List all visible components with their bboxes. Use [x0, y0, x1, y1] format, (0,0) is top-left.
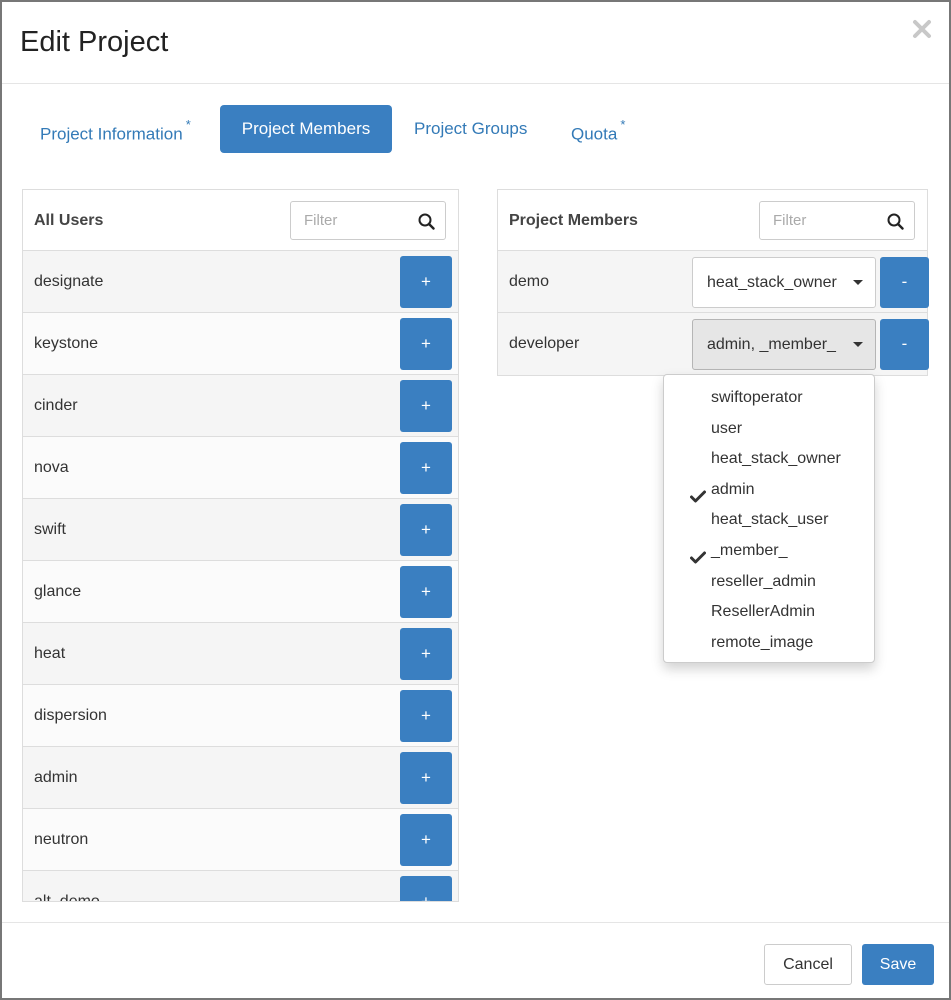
user-name: neutron	[34, 831, 89, 848]
role-option[interactable]: remote_image	[664, 628, 874, 659]
user-row: nova +	[23, 437, 458, 499]
role-option[interactable]: heat_stack_owner	[664, 444, 874, 475]
role-option-label: heat_stack_user	[711, 511, 829, 529]
project-members-filter-input[interactable]	[760, 202, 880, 239]
cancel-button[interactable]: Cancel	[764, 944, 852, 985]
caret-down-icon	[853, 280, 863, 285]
all-users-list: designate + keystone + cinder + nova + swift…	[23, 251, 458, 902]
role-option[interactable]: _member_	[664, 536, 874, 567]
add-user-button[interactable]: +	[400, 566, 452, 618]
caret-down-icon	[853, 342, 863, 347]
user-name: cinder	[34, 397, 78, 414]
user-row: keystone +	[23, 313, 458, 375]
all-users-header: All Users	[23, 190, 458, 251]
user-row: heat +	[23, 623, 458, 685]
user-name: heat	[34, 645, 66, 662]
role-option-label: swiftoperator	[711, 389, 803, 406]
remove-member-button[interactable]: -	[880, 319, 929, 370]
checkmark-icon	[690, 545, 706, 564]
tab-quota[interactable]: Quota*	[571, 105, 625, 153]
all-users-panel: All Users designate + keystone + cinder + n…	[22, 189, 459, 902]
all-users-title: All Users	[34, 212, 104, 229]
role-option[interactable]: swiftoperator	[664, 383, 874, 414]
member-name: demo	[509, 273, 550, 290]
project-members-filter	[759, 201, 915, 240]
member-row: developer admin, _member_ -	[498, 313, 929, 375]
user-row: swift +	[23, 499, 458, 561]
add-user-button[interactable]: +	[400, 256, 452, 308]
add-user-button[interactable]: +	[400, 318, 452, 370]
project-members-title: Project Members	[509, 212, 638, 229]
member-name: developer	[509, 335, 580, 352]
role-option-label: reseller_admin	[711, 572, 816, 590]
add-user-button[interactable]: +	[400, 442, 452, 494]
add-user-button[interactable]: +	[400, 876, 452, 901]
save-button[interactable]: Save	[862, 944, 934, 985]
edit-project-dialog: Edit Project Project Information* Projec…	[0, 0, 951, 1000]
user-row: cinder +	[23, 375, 458, 437]
tab-label: Quota	[571, 124, 618, 144]
role-option[interactable]: admin	[664, 475, 874, 506]
member-row: demo heat_stack_owner -	[498, 251, 929, 313]
all-users-filter-input[interactable]	[291, 202, 411, 239]
dialog-title: Edit Project	[20, 26, 169, 58]
user-row: glance +	[23, 561, 458, 623]
role-option-label: admin	[711, 480, 755, 498]
all-users-filter	[290, 201, 446, 240]
tab-project-members[interactable]: Project Members	[220, 105, 392, 153]
project-members-panel: Project Members demo heat_stack_owner - …	[497, 189, 929, 376]
role-option-label: heat_stack_owner	[711, 450, 841, 468]
add-user-button[interactable]: +	[400, 690, 452, 742]
user-name: dispersion	[34, 707, 107, 724]
role-option-label: ResellerAdmin	[711, 603, 816, 621]
role-select[interactable]: heat_stack_owner	[692, 257, 876, 308]
user-name: designate	[34, 273, 104, 290]
project-members-header: Project Members	[498, 190, 927, 251]
required-asterisk: *	[185, 117, 191, 132]
tab-label: Project Members	[241, 119, 371, 138]
user-name: nova	[34, 459, 69, 476]
role-select[interactable]: admin, _member_	[692, 319, 876, 370]
dialog-footer: Cancel Save	[2, 922, 949, 998]
add-user-button[interactable]: +	[400, 628, 452, 680]
user-row: alt_demo +	[23, 871, 458, 902]
required-asterisk: *	[620, 117, 626, 132]
role-option[interactable]: ResellerAdmin	[664, 597, 874, 628]
role-select-value: heat_stack_owner	[707, 274, 837, 291]
close-icon[interactable]	[911, 18, 933, 40]
search-icon[interactable]	[887, 213, 904, 230]
user-name: swift	[34, 521, 66, 538]
user-row: neutron +	[23, 809, 458, 871]
user-name: glance	[34, 583, 82, 600]
tab-project-information[interactable]: Project Information*	[22, 105, 212, 153]
user-row: dispersion +	[23, 685, 458, 747]
user-row: designate +	[23, 251, 458, 313]
add-user-button[interactable]: +	[400, 504, 452, 556]
role-dropdown-menu: swiftoperator user heat_stack_owner admi…	[663, 374, 875, 663]
user-name: keystone	[34, 335, 99, 352]
role-option-label: _member_	[711, 541, 788, 559]
role-option[interactable]: reseller_admin	[664, 567, 874, 598]
role-option-label: user	[711, 419, 743, 437]
checkmark-icon	[690, 484, 706, 503]
search-icon[interactable]	[418, 213, 435, 230]
add-user-button[interactable]: +	[400, 752, 452, 804]
remove-member-button[interactable]: -	[880, 257, 929, 308]
add-user-button[interactable]: +	[400, 814, 452, 866]
tab-label: Project Groups	[414, 119, 528, 138]
dialog-header: Edit Project	[2, 2, 949, 84]
user-row: admin +	[23, 747, 458, 809]
add-user-button[interactable]: +	[400, 380, 452, 432]
tab-label: Project Information	[40, 124, 183, 144]
tab-project-groups[interactable]: Project Groups	[414, 105, 527, 153]
role-select-value: admin, _member_	[707, 336, 836, 353]
user-name: alt_demo	[34, 893, 100, 902]
role-option-label: remote_image	[711, 633, 814, 651]
user-name: admin	[34, 769, 78, 786]
role-option[interactable]: user	[664, 414, 874, 445]
role-option[interactable]: heat_stack_user	[664, 505, 874, 536]
